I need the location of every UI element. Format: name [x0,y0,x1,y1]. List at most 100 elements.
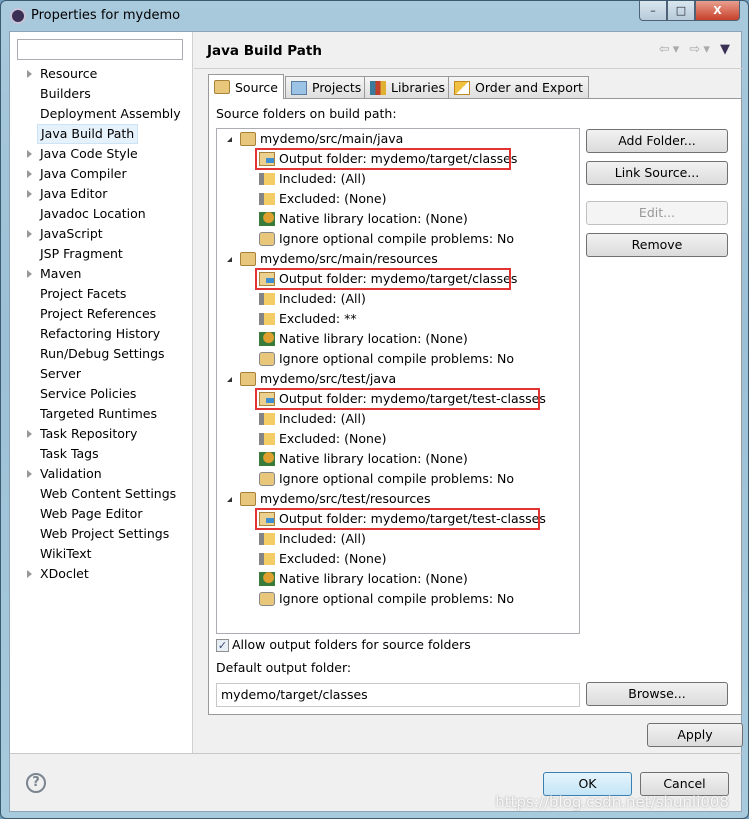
source-attribute-row[interactable]: Excluded: (None) [259,429,386,449]
sidebar-item[interactable]: Web Project Settings [40,524,169,544]
expand-arrow-icon[interactable] [27,430,32,438]
sidebar-item[interactable]: Maven [40,264,81,284]
expand-arrow-icon[interactable] [27,170,32,178]
highlight-box [255,148,511,170]
close-button[interactable]: X [695,1,740,21]
sidebar-item[interactable]: Java Build Path [37,124,139,144]
native-library-icon [259,452,275,466]
sidebar-item[interactable]: Project References [40,304,156,324]
tab-label: Source [235,79,278,95]
default-output-label: Default output folder: [216,660,352,675]
sidebar-item[interactable]: Web Page Editor [40,504,142,524]
help-icon[interactable]: ? [26,773,46,793]
checkbox-check-icon[interactable]: ✓ [216,639,229,652]
source-folder-icon [214,80,230,94]
source-attribute-row[interactable]: Native library location: (None) [259,569,468,589]
source-attribute-row[interactable]: Ignore optional compile problems: No [259,589,514,609]
collapse-triangle-icon[interactable] [227,257,232,262]
source-folder-row[interactable]: mydemo/src/test/java [240,369,396,389]
source-attribute-row[interactable]: Ignore optional compile problems: No [259,469,514,489]
sidebar-item[interactable]: Java Compiler [40,164,127,184]
collapse-triangle-icon[interactable] [227,497,232,502]
sidebar-item[interactable]: Targeted Runtimes [40,404,157,424]
sidebar-item[interactable]: Validation [40,464,102,484]
sidebar-item[interactable]: Task Repository [40,424,137,444]
sidebar-item[interactable]: XDoclet [40,564,89,584]
tab-libraries[interactable]: Libraries [364,76,451,98]
sidebar-item[interactable]: Deployment Assembly [40,104,181,124]
expand-arrow-icon[interactable] [27,470,32,478]
default-output-folder-input[interactable]: mydemo/target/classes [216,683,580,707]
expand-arrow-icon[interactable] [27,230,32,238]
sidebar-item[interactable]: WikiText [40,544,92,564]
source-attribute-row[interactable]: Excluded: (None) [259,189,386,209]
source-folders-label: Source folders on build path: [216,106,397,121]
filter-input[interactable] [17,39,183,60]
source-folder-row[interactable]: mydemo/src/test/resources [240,489,431,509]
collapse-triangle-icon[interactable] [227,377,232,382]
title-bar[interactable]: Properties for mydemo – □ X [1,1,748,31]
sidebar-item[interactable]: Builders [40,84,91,104]
forward-arrow-icon[interactable]: ⇨ [689,42,703,57]
expand-arrow-icon[interactable] [27,570,32,578]
page-nav: ⇦▾ ⇨▾ ▼ [659,42,733,57]
source-attribute-row[interactable]: Included: (All) [259,409,366,429]
source-attribute-row[interactable]: Ignore optional compile problems: No [259,349,514,369]
sidebar-item[interactable]: Run/Debug Settings [40,344,165,364]
source-attribute-row[interactable]: Excluded: (None) [259,549,386,569]
add-folder-button[interactable]: Add Folder... [586,129,728,153]
expand-arrow-icon[interactable] [27,190,32,198]
forward-dropdown-icon[interactable]: ▾ [703,42,713,57]
tab-source[interactable]: Source [208,74,284,99]
view-menu-icon[interactable]: ▼ [720,42,733,57]
sidebar-item[interactable]: JSP Fragment [40,244,123,264]
back-dropdown-icon[interactable]: ▾ [673,42,683,57]
tab-order-and-export[interactable]: Order and Export [448,76,589,98]
link-source-button[interactable]: Link Source... [586,161,728,185]
order-arrows-icon [454,80,470,95]
remove-button[interactable]: Remove [586,233,728,257]
inclusion-filter-icon [259,533,275,545]
source-attribute-row[interactable]: Excluded: ** [259,309,357,329]
source-attribute-row[interactable]: Included: (All) [259,529,366,549]
sidebar-item[interactable]: Web Content Settings [40,484,176,504]
back-arrow-icon[interactable]: ⇦ [659,42,673,57]
tab-projects[interactable]: Projects [285,76,368,98]
source-folders-tree[interactable]: mydemo/src/main/java Output folder: mydem… [216,128,580,634]
folder-name: mydemo/src/test/resources [260,491,431,506]
eclipse-icon [10,8,26,24]
minimize-button[interactable]: – [639,1,667,21]
exclusion-filter-icon [259,313,275,325]
sidebar-item[interactable]: JavaScript [40,224,103,244]
browse-button[interactable]: Browse... [586,682,728,706]
sidebar-item[interactable]: Javadoc Location [40,204,146,224]
source-attribute-row[interactable]: Ignore optional compile problems: No [259,229,514,249]
sidebar-item[interactable]: Service Policies [40,384,136,404]
source-tab-panel: Source folders on build path: mydemo/src… [208,98,742,715]
expand-arrow-icon[interactable] [27,270,32,278]
collapse-triangle-icon[interactable] [227,137,232,142]
expand-arrow-icon[interactable] [27,70,32,78]
sidebar-item[interactable]: Resource [40,64,97,84]
sidebar-item[interactable]: Java Code Style [40,144,138,164]
expand-arrow-icon[interactable] [27,150,32,158]
source-attribute-row[interactable]: Native library location: (None) [259,329,468,349]
edit-button[interactable]: Edit... [586,201,728,225]
apply-button[interactable]: Apply [647,723,743,747]
source-folder-row[interactable]: mydemo/src/main/java [240,129,403,149]
sidebar-item[interactable]: Task Tags [40,444,99,464]
highlight-box [255,388,540,410]
source-attribute-row[interactable]: Included: (All) [259,169,366,189]
allow-output-folders-checkbox[interactable]: ✓ Allow output folders for source folders [216,637,471,652]
source-folder-row[interactable]: mydemo/src/main/resources [240,249,438,269]
source-attribute-row[interactable]: Native library location: (None) [259,449,468,469]
source-attribute-row[interactable]: Included: (All) [259,289,366,309]
maximize-button[interactable]: □ [667,1,695,21]
tab-label: Order and Export [475,80,583,95]
sidebar-item[interactable]: Server [40,364,81,384]
highlight-box [255,268,511,290]
sidebar-item[interactable]: Project Facets [40,284,126,304]
sidebar-item[interactable]: Refactoring History [40,324,160,344]
source-attribute-row[interactable]: Native library location: (None) [259,209,468,229]
sidebar-item[interactable]: Java Editor [40,184,107,204]
